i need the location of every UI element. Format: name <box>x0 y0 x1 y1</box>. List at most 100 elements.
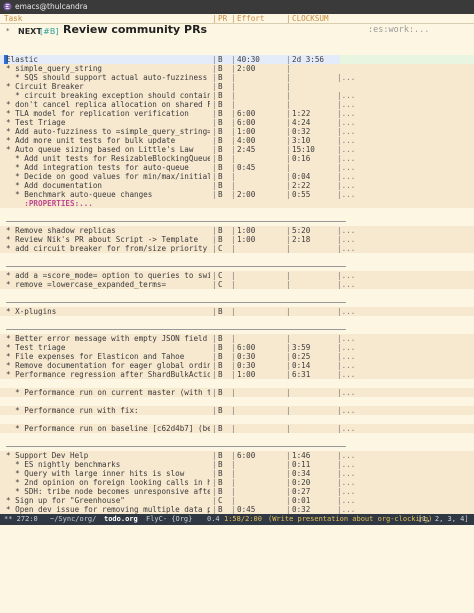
table-row[interactable]: * Add integration tests for auto-queue B 0… <box>0 163 474 172</box>
table-row[interactable]: * SQS should support actual auto-fuzzine… <box>0 73 474 82</box>
column-divider: | <box>231 469 236 478</box>
overflow-marker[interactable]: |... <box>337 406 355 415</box>
table-row[interactable]: * Query with large inner hits is slow B 0:… <box>0 469 474 478</box>
org-headline[interactable]: * NEXT [#B] Review community PRs :es:wor… <box>0 24 474 39</box>
table-row[interactable]: * ES nightly benchmarks B 0:11 | | | |... <box>0 460 474 469</box>
cell-clocksum: 0:25 <box>292 352 311 361</box>
column-divider: | <box>212 505 217 514</box>
overflow-marker[interactable]: |... <box>337 334 355 343</box>
overflow-marker[interactable]: |... <box>337 361 355 370</box>
cell-clocksum: 0:32 <box>292 505 311 514</box>
headline-tags[interactable]: :es:work:... <box>368 26 429 35</box>
cell-pr: B <box>218 154 223 163</box>
table-row[interactable]: * Test Triage B 6:00 4:24 | | | |... <box>0 118 474 127</box>
overflow-marker[interactable]: |... <box>337 100 355 109</box>
table-row[interactable]: * Decide on good values for min/max/init… <box>0 172 474 181</box>
overflow-marker[interactable]: |... <box>337 145 355 154</box>
overflow-marker[interactable]: |... <box>337 370 355 379</box>
overflow-marker[interactable]: |... <box>337 496 355 505</box>
column-divider: | <box>212 271 217 280</box>
table-row[interactable]: * add a =score_mode= option to queries t… <box>0 271 474 280</box>
table-row[interactable]: * Add documentation B 2:22 | | | |... <box>0 181 474 190</box>
overflow-marker[interactable]: |... <box>337 352 355 361</box>
major-mode[interactable]: FlyC- {Org} <box>146 514 192 525</box>
overflow-marker[interactable]: |... <box>337 505 355 514</box>
table-row[interactable]: * Auto queue sizing based on Little's La… <box>0 145 474 154</box>
overflow-marker[interactable]: |... <box>337 118 355 127</box>
overflow-marker[interactable]: |... <box>337 343 355 352</box>
column-divider: | <box>286 361 291 370</box>
overflow-marker[interactable]: |... <box>337 172 355 181</box>
table-row[interactable]: * Performance run on current master (wit… <box>0 388 474 397</box>
cell-pr: B <box>218 82 223 91</box>
table-row[interactable]: * simple_query_string B 2:00 | | | <box>0 64 474 73</box>
overflow-marker[interactable]: |... <box>337 190 355 199</box>
table-row[interactable]: * remove =lowercase_expanded_terms= C | | | |… <box>0 280 474 289</box>
minibuffer[interactable] <box>0 525 474 534</box>
cell-clocksum: 0:27 <box>292 487 311 496</box>
file-name[interactable]: todo.org <box>104 514 138 525</box>
table-row[interactable]: * TLA model for replication verification… <box>0 109 474 118</box>
todo-keyword[interactable]: NEXT <box>18 27 42 36</box>
overflow-marker[interactable]: |... <box>337 154 355 163</box>
overflow-marker[interactable]: |... <box>337 460 355 469</box>
table-row[interactable]: * Add auto-fuzziness to =simple_query_st… <box>0 127 474 136</box>
overflow-marker[interactable]: |... <box>337 280 355 289</box>
table-row[interactable]: * Review Nik's PR about Script -> Templa… <box>0 235 474 244</box>
table-row[interactable]: * Better error message with empty JSON f… <box>0 334 474 343</box>
overflow-marker[interactable]: |... <box>337 109 355 118</box>
column-pr[interactable]: PR <box>218 14 227 23</box>
table-row[interactable]: * don't cancel replica allocation on sha… <box>0 100 474 109</box>
table-row[interactable]: * Remove shadow replicas B 1:00 5:20 | | | |... <box>0 226 474 235</box>
overflow-marker[interactable]: |... <box>337 226 355 235</box>
workspace-numbers[interactable]: [1, 2, 3, 4] <box>418 514 469 525</box>
clocking-task[interactable]: (Write presentation about org-clocking) <box>268 514 432 525</box>
table-row[interactable]: * Support Dev Help B 6:00 1:46 | | | |... <box>0 451 474 460</box>
cell-task: * Test Triage <box>6 118 66 127</box>
table-row[interactable]: * X-plugins B | | | |... <box>0 307 474 316</box>
overflow-marker[interactable]: |... <box>337 181 355 190</box>
table-row[interactable]: * Add more unit tests for bulk update B 4:… <box>0 136 474 145</box>
overflow-marker[interactable]: |... <box>337 469 355 478</box>
properties-drawer[interactable]: :PROPERTIES:... <box>6 199 93 208</box>
table-row[interactable]: * 2nd opinion on foreign looking calls i… <box>0 478 474 487</box>
table-row[interactable]: * add circuit breaker for from/size prio… <box>0 244 474 253</box>
column-divider: | <box>286 280 291 289</box>
overflow-marker[interactable]: |... <box>337 478 355 487</box>
overflow-marker[interactable]: |... <box>337 271 355 280</box>
table-row[interactable]: * Circuit Breaker B | | | <box>0 82 474 91</box>
column-divider: | <box>231 181 236 190</box>
cell-pr: B <box>218 136 223 145</box>
table-row[interactable]: * File expenses for Elasticon and Tahoe B… <box>0 352 474 361</box>
column-clocksum[interactable]: CLOCKSUM <box>292 14 329 23</box>
table-row[interactable]: * Open dev issue for removing multiple d… <box>0 505 474 514</box>
table-row[interactable]: Elastic B 40:30 2d 3:56 | | | <box>0 55 474 64</box>
priority-cookie[interactable]: [#B] <box>40 27 58 36</box>
table-row[interactable]: * Test triage B 6:00 3:59 | | | |... <box>0 343 474 352</box>
overflow-marker[interactable]: |... <box>337 136 355 145</box>
column-divider: | <box>286 343 291 352</box>
overflow-marker[interactable]: |... <box>337 307 355 316</box>
column-effort[interactable]: Effort <box>237 14 264 23</box>
overflow-marker[interactable]: |... <box>337 235 355 244</box>
table-row[interactable]: * Sign up for "Greenhouse" C 0:01 | | | |... <box>0 496 474 505</box>
table-row[interactable]: * Remove documentation for eager global … <box>0 361 474 370</box>
table-row[interactable]: * circuit breaking exception should cont… <box>0 91 474 100</box>
column-divider: | <box>212 64 217 73</box>
overflow-marker[interactable]: |... <box>337 424 355 433</box>
table-row[interactable]: * Benchmark auto-queue changes B 2:00 0:55 |… <box>0 190 474 199</box>
overflow-marker[interactable]: |... <box>337 244 355 253</box>
overflow-marker[interactable]: |... <box>337 451 355 460</box>
overflow-marker[interactable]: |... <box>337 487 355 496</box>
overflow-marker[interactable]: |... <box>337 163 355 172</box>
table-row[interactable]: * SDH: tribe node becomes unresponsive a… <box>0 487 474 496</box>
overflow-marker[interactable]: |... <box>337 127 355 136</box>
table-row[interactable]: * Performance regression after ShardBulk… <box>0 370 474 379</box>
table-row[interactable]: * Add unit tests for ResizableBlockingQu… <box>0 154 474 163</box>
overflow-marker[interactable]: |... <box>337 388 355 397</box>
table-row[interactable]: * Performance run on baseline [c62d4b7] … <box>0 424 474 433</box>
overflow-marker[interactable]: |... <box>337 91 355 100</box>
table-row[interactable]: * Performance run with fix: B | | | |... <box>0 406 474 415</box>
column-task[interactable]: Task <box>4 14 22 23</box>
overflow-marker[interactable]: |... <box>337 73 355 82</box>
